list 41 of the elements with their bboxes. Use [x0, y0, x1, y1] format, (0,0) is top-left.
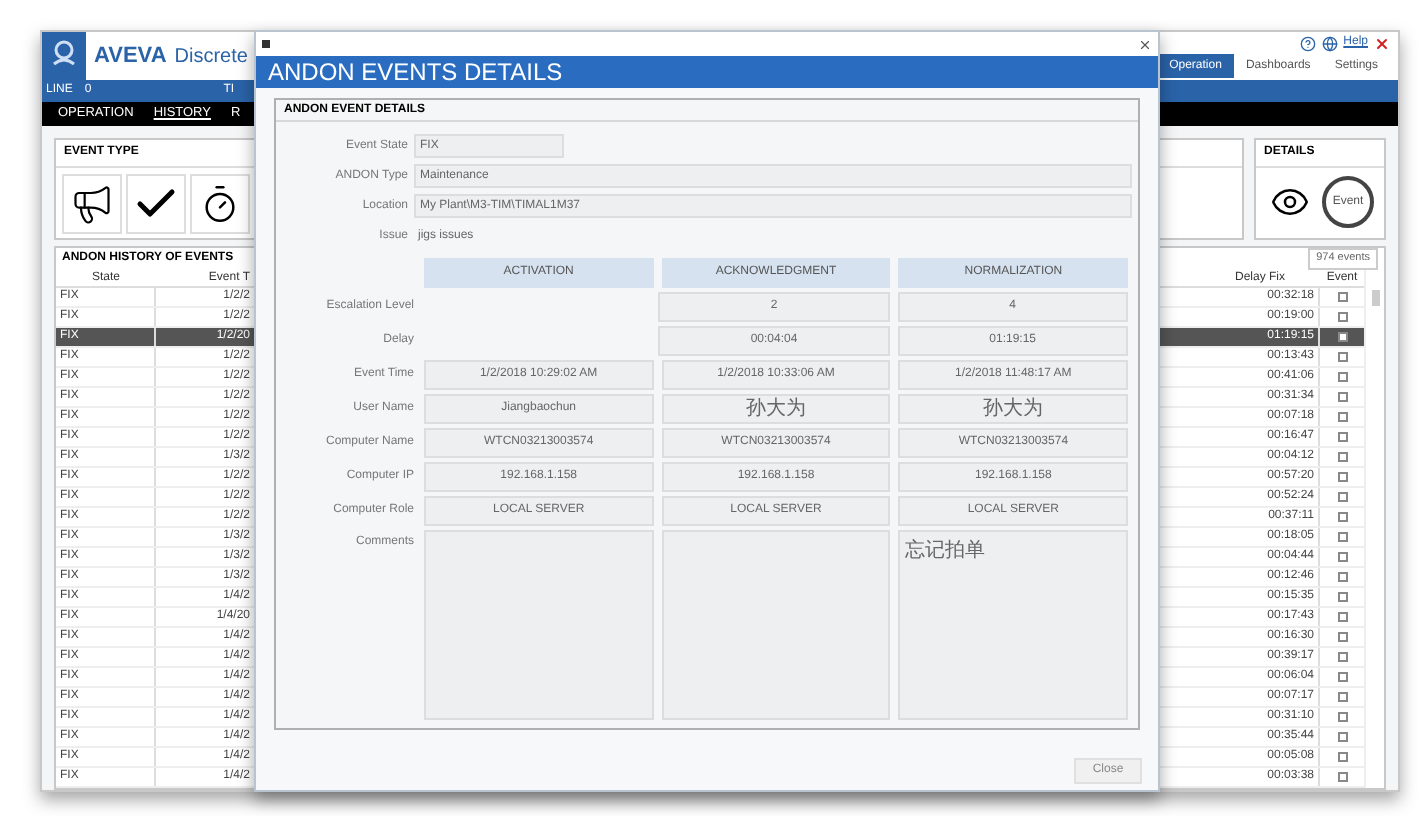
event-checkbox[interactable] [1337, 472, 1347, 482]
event-checkbox[interactable] [1337, 492, 1347, 502]
close-icon[interactable] [1374, 35, 1390, 51]
window-icon [262, 40, 270, 48]
event-checkbox[interactable] [1337, 672, 1347, 682]
help-icon[interactable] [1299, 35, 1316, 51]
megaphone-button[interactable] [62, 174, 122, 234]
timer-button[interactable] [190, 174, 250, 234]
event-checkbox[interactable] [1337, 332, 1347, 342]
globe-icon[interactable] [1321, 35, 1338, 51]
event-checkbox[interactable] [1337, 572, 1347, 582]
event-checkbox[interactable] [1337, 632, 1347, 642]
stopwatch-icon [200, 184, 240, 224]
close-icon[interactable] [1138, 37, 1152, 51]
event-checkbox[interactable] [1337, 452, 1347, 462]
app-title: Discrete [174, 43, 248, 71]
event-checkbox[interactable] [1337, 552, 1347, 562]
event-checkbox[interactable] [1337, 592, 1347, 602]
dialog-title: ANDON EVENTS DETAILS [268, 56, 563, 90]
event-checkbox[interactable] [1337, 612, 1347, 622]
event-checkbox[interactable] [1337, 752, 1347, 762]
event-checkbox[interactable] [1337, 732, 1347, 742]
value-field: 孙大为 [661, 394, 891, 424]
event-checkbox[interactable] [1337, 392, 1347, 402]
event-checkbox[interactable] [1337, 712, 1347, 722]
event-checkbox[interactable] [1337, 652, 1347, 662]
event-checkbox[interactable] [1337, 372, 1347, 382]
event-checkbox[interactable] [1337, 432, 1347, 442]
brand-logo: AVEVA [94, 41, 167, 72]
event-checkbox[interactable] [1337, 312, 1347, 322]
event-checkbox[interactable] [1337, 292, 1347, 302]
event-checkbox[interactable] [1337, 352, 1347, 362]
megaphone-icon [70, 182, 114, 226]
event-checkbox[interactable] [1337, 772, 1347, 782]
event-checkbox[interactable] [1337, 512, 1347, 522]
event-checkbox[interactable] [1337, 412, 1347, 422]
value-field: 孙大为 [898, 394, 1129, 424]
comment-box: 忘记拍单 [898, 530, 1129, 720]
check-button[interactable] [126, 174, 186, 234]
event-checkbox[interactable] [1337, 692, 1347, 702]
event-checkbox[interactable] [1337, 532, 1347, 542]
